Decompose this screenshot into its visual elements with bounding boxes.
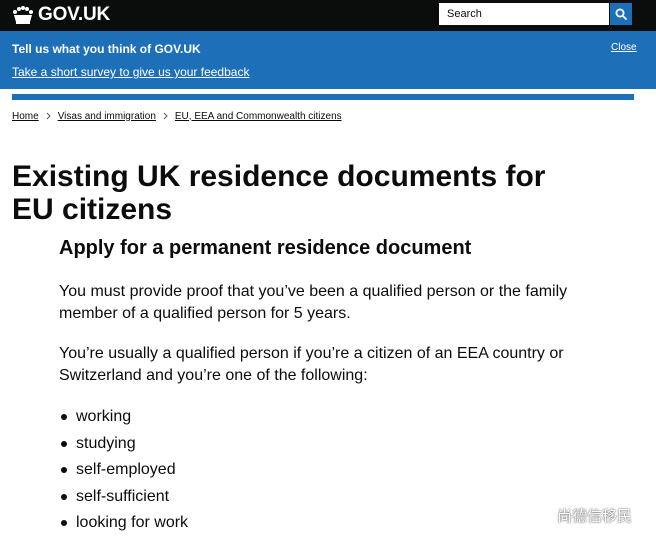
search-button[interactable] — [610, 3, 632, 25]
breadcrumb: Home Visas and immigration EU, EEA and C… — [12, 109, 342, 123]
list-item: looking for work — [59, 512, 188, 539]
search-icon — [615, 8, 627, 20]
crown-icon — [13, 6, 33, 24]
close-banner-link[interactable]: Close — [611, 42, 637, 53]
bullet-icon — [61, 520, 67, 527]
section-heading: Apply for a permanent residence document — [59, 237, 472, 259]
gov-header: GOV.UK Search — [0, 0, 656, 31]
list-item-text: self-sufficient — [76, 487, 170, 505]
bullet-icon — [61, 414, 67, 420]
body-paragraph: You must provide proof that you’ve been … — [59, 283, 568, 322]
body-paragraph: You’re usually a qualified person if you… — [59, 345, 564, 384]
bullet-icon — [61, 467, 67, 474]
chevron-right-icon — [46, 112, 51, 120]
list-item: studying — [59, 433, 188, 460]
list-item-text: working — [76, 408, 132, 425]
search-input[interactable]: Search — [439, 3, 609, 25]
page-title: Existing UK residence documents for EU c… — [12, 160, 546, 226]
breadcrumb-visas-and-immigration[interactable]: Visas and immigration — [58, 111, 156, 122]
survey-title: Tell us what you think of GOV.UK — [12, 42, 201, 56]
list-item: self-sufficient — [59, 486, 188, 513]
chevron-right-icon — [163, 112, 168, 120]
list-item: working — [59, 406, 188, 433]
list-item-text: self-employed — [76, 461, 176, 479]
header-bottom-rule — [12, 94, 634, 100]
list-item: self-employed — [59, 459, 188, 486]
survey-banner: Tell us what you think of GOV.UK Take a … — [0, 31, 656, 89]
list-item-text: looking for work — [76, 514, 189, 532]
breadcrumb-eu-eea-commonwealth[interactable]: EU, EEA and Commonwealth citizens — [175, 111, 342, 122]
page: GOV.UK Search Tell us what you think of … — [0, 0, 656, 545]
list-item-text: studying — [76, 434, 136, 452]
watermark-text: 尚德信移民 — [557, 507, 633, 525]
govuk-logo-link[interactable]: GOV.UK — [12, 4, 110, 26]
qualified-person-list: working studying self-employed self-suff… — [59, 406, 188, 539]
search-placeholder: Search — [447, 8, 482, 20]
bullet-icon — [61, 493, 67, 500]
logo-text: GOV.UK — [38, 4, 111, 25]
survey-link[interactable]: Take a short survey to give us your feed… — [12, 65, 249, 79]
breadcrumb-home[interactable]: Home — [12, 111, 39, 122]
watermark: 尚德信移民 — [525, 505, 632, 526]
wechat-icon — [525, 506, 550, 524]
bullet-icon — [61, 440, 67, 447]
